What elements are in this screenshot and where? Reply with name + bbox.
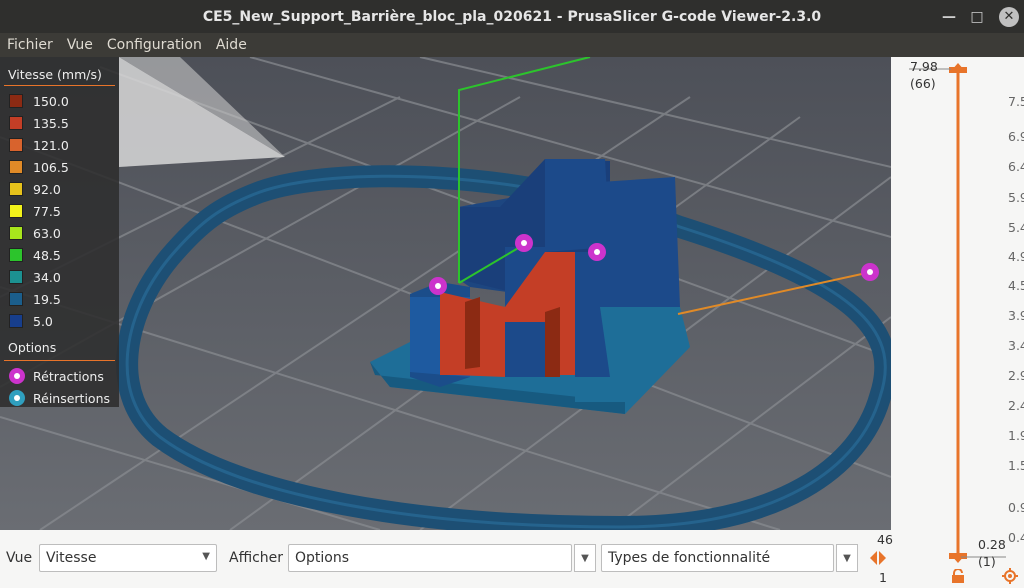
- close-icon: ✕: [999, 6, 1019, 27]
- upper-layer: (66): [910, 76, 936, 91]
- bottom-toolbar: Vue Vitesse ▼ Afficher Options ▼ Types d…: [0, 530, 893, 588]
- show-label: Afficher: [229, 550, 284, 566]
- legend-item-label: 106.5: [33, 159, 69, 175]
- legend-swatch: [9, 204, 23, 218]
- view-label: Vue: [6, 550, 33, 566]
- 3d-viewport[interactable]: Vitesse (mm/s) 150.0 135.5 121.0 106.5 92.0 7…: [0, 57, 891, 530]
- legend-item-label: 135.5: [33, 115, 69, 131]
- legend-items: 150.0 135.5 121.0 106.5 92.0 77.5 63.0 48.5 34.0…: [0, 90, 119, 332]
- legend-item-label: 92.0: [33, 181, 61, 197]
- legend-item: 135.5: [0, 112, 119, 134]
- layer-tick-label: 6.42: [1008, 159, 1024, 174]
- view-type-combo[interactable]: Vitesse ▼: [39, 544, 217, 572]
- menu-bar: Fichier Vue Configuration Aide: [0, 33, 1024, 57]
- legend-item-label: 48.5: [33, 247, 61, 263]
- legend-item-label: 63.0: [33, 225, 61, 241]
- legend-swatch: [9, 314, 23, 328]
- legend-options-title: Options: [8, 340, 57, 355]
- layer-slider-panel: 7.98 (66) 7.50 6.90 6.42 5.94 5.46 4.98 4.50 3.…: [891, 57, 1024, 588]
- legend-swatch: [9, 248, 23, 262]
- layer-tick-label: 3.90: [1008, 308, 1024, 323]
- layer-tick-label: 5.94: [1008, 190, 1024, 205]
- legend-swatch: [9, 270, 23, 284]
- upper-value: 7.98: [910, 59, 938, 74]
- legend-swatch: [9, 182, 23, 196]
- legend-item: 121.0: [0, 134, 119, 156]
- layer-tick-label: 2.46: [1008, 398, 1024, 413]
- legend-swatch: [9, 226, 23, 240]
- legend-item-label: 5.0: [33, 313, 53, 329]
- layer-tick-label: 1.50: [1008, 458, 1024, 473]
- legend-item: 48.5: [0, 244, 119, 266]
- layer-slider-track[interactable]: [891, 57, 1024, 588]
- chevron-down-icon: ▼: [581, 552, 589, 564]
- legend-item: 63.0: [0, 222, 119, 244]
- legend-swatch: [9, 94, 23, 108]
- lock-icon[interactable]: [951, 569, 965, 583]
- layer-tick-label: 0.90: [1008, 500, 1024, 515]
- model-right-wall: [600, 177, 680, 307]
- legend-item-label: 150.0: [33, 93, 69, 109]
- horizontal-slider-thumb-icon[interactable]: [869, 550, 887, 566]
- legend-item: 19.5: [0, 288, 119, 310]
- options-combo[interactable]: Options: [288, 544, 572, 572]
- gcode-preview-scene[interactable]: [0, 57, 891, 530]
- chevron-down-icon: ▼: [843, 552, 851, 564]
- move-upper-value: 46: [877, 532, 893, 547]
- layer-tick-label: 1.98: [1008, 428, 1024, 443]
- legend-item: 5.0: [0, 310, 119, 332]
- legend-item-label: 34.0: [33, 269, 61, 285]
- retraction-marker-icon: [9, 368, 25, 384]
- layer-tick-label: 2.94: [1008, 368, 1024, 383]
- legend-item-label: 121.0: [33, 137, 69, 153]
- options-dropdown-button[interactable]: ▼: [574, 544, 596, 572]
- legend-swatch: [9, 160, 23, 174]
- legend-item: 77.5: [0, 200, 119, 222]
- layer-tick-label: 6.90: [1008, 129, 1024, 144]
- feature-types-dropdown-button[interactable]: ▼: [836, 544, 858, 572]
- layer-tick-label: 4.50: [1008, 278, 1024, 293]
- option-reinsertions[interactable]: Réinsertions: [0, 387, 119, 409]
- layer-tick-label: 5.46: [1008, 220, 1024, 235]
- menu-aide[interactable]: Aide: [209, 37, 254, 53]
- lower-value: 0.28: [978, 537, 1006, 552]
- window-title: CE5_New_Support_Barrière_bloc_pla_020621…: [202, 8, 822, 25]
- option-retractions[interactable]: Rétractions: [0, 365, 119, 387]
- legend-swatch: [9, 138, 23, 152]
- menu-fichier[interactable]: Fichier: [0, 37, 60, 53]
- lower-layer: (1): [978, 554, 996, 569]
- legend-options-divider: [4, 360, 115, 361]
- layer-tick-label: 0.42: [1008, 530, 1024, 545]
- layer-tick-label: 3.42: [1008, 338, 1024, 353]
- reinsertion-marker-icon: [9, 390, 25, 406]
- minimize-icon[interactable]: —: [935, 0, 963, 33]
- feature-types-combo[interactable]: Types de fonctionnalité: [601, 544, 834, 572]
- legend-item: 34.0: [0, 266, 119, 288]
- menu-vue[interactable]: Vue: [60, 37, 100, 53]
- close-button[interactable]: ✕: [995, 0, 1023, 33]
- legend-item-label: 19.5: [33, 291, 61, 307]
- legend-swatch: [9, 116, 23, 130]
- chevron-down-icon: ▼: [202, 551, 210, 562]
- layer-tick-label: 7.50: [1008, 94, 1024, 109]
- legend-item: 106.5: [0, 156, 119, 178]
- layer-tick-label: 4.98: [1008, 249, 1024, 264]
- title-bar: CE5_New_Support_Barrière_bloc_pla_020621…: [0, 0, 1024, 33]
- legend-divider: [4, 85, 115, 86]
- settings-cog-icon[interactable]: [1002, 568, 1018, 584]
- maximize-icon[interactable]: □: [963, 0, 991, 33]
- legend-item-label: 77.5: [33, 203, 61, 219]
- legend-item: 150.0: [0, 90, 119, 112]
- legend-swatch: [9, 292, 23, 306]
- legend-title: Vitesse (mm/s): [8, 67, 102, 82]
- menu-configuration[interactable]: Configuration: [100, 37, 209, 53]
- move-lower-value: 1: [879, 570, 887, 585]
- speed-legend: Vitesse (mm/s) 150.0 135.5 121.0 106.5 92.0 7…: [0, 57, 119, 407]
- legend-item: 92.0: [0, 178, 119, 200]
